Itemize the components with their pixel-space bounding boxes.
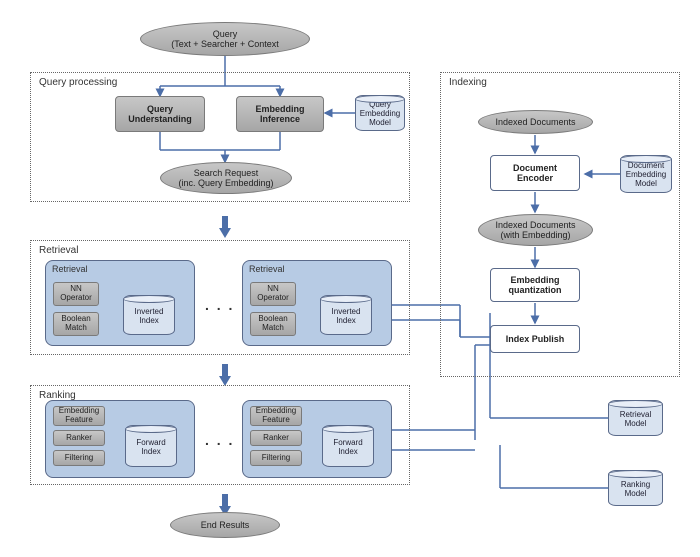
filtering-1: Filtering [53,450,105,466]
arrow-qp-to-retrieval [219,228,231,238]
forward-index-1: Forward Index [125,425,177,467]
inverted-index-1: Inverted Index [123,295,175,335]
boolean-match-2: Boolean Match [250,312,296,336]
retrieval-model-cylinder: Retrieval Model [608,400,663,436]
ranker-1: Ranker [53,430,105,446]
nn-operator-1: NN Operator [53,282,99,306]
embedding-quantization-node: Embedding quantization [490,268,580,302]
ranking-ellipsis: . . . [205,432,234,448]
ranking-model-cylinder: Ranking Model [608,470,663,506]
embedding-inference-node: Embedding Inference [236,96,324,132]
end-results-node: End Results [170,512,280,538]
section-label-query-processing: Query processing [39,77,117,88]
query-input-node: Query (Text + Searcher + Context [140,22,310,56]
filtering-2: Filtering [250,450,302,466]
query-embedding-model-cylinder: Query Embedding Model [355,95,405,131]
forward-index-2: Forward Index [322,425,374,467]
document-encoder-node: Document Encoder [490,155,580,191]
document-embedding-model-cylinder: Document Embedding Model [620,155,672,193]
query-understanding-node: Query Understanding [115,96,205,132]
section-label-retrieval: Retrieval [39,245,78,256]
ranker-2: Ranker [250,430,302,446]
embedding-feature-2: Embedding Feature [250,406,302,426]
inverted-index-2: Inverted Index [320,295,372,335]
search-request-node: Search Request (inc. Query Embedding) [160,162,292,194]
boolean-match-1: Boolean Match [53,312,99,336]
index-publish-node: Index Publish [490,325,580,353]
retrieval-ellipsis: . . . [205,297,234,313]
embedding-feature-1: Embedding Feature [53,406,105,426]
indexed-docs-with-embedding-node: Indexed Documents (with Embedding) [478,214,593,246]
retrieval-panel-2-label: Retrieval [249,264,285,274]
nn-operator-2: NN Operator [250,282,296,306]
retrieval-panel-1-label: Retrieval [52,264,88,274]
section-label-indexing: Indexing [449,77,487,88]
indexed-documents-node: Indexed Documents [478,110,593,134]
